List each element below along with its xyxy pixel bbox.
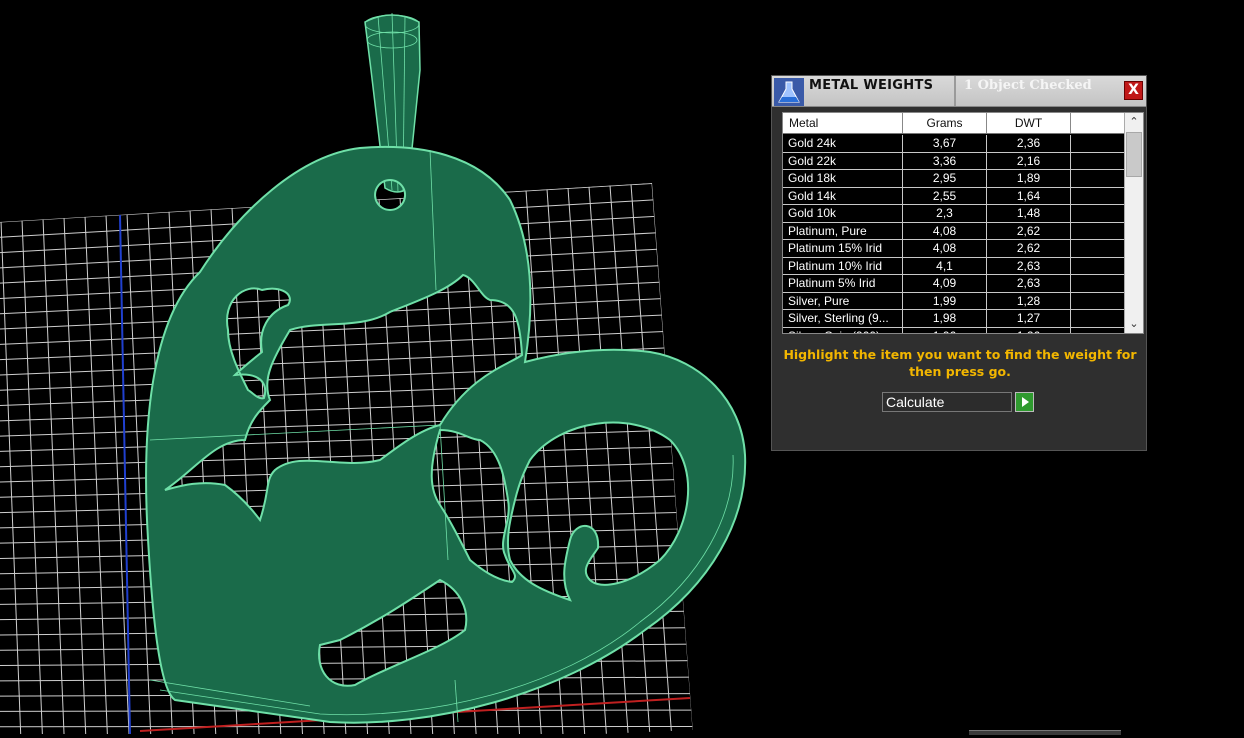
cell-grams: 2,3 <box>903 205 987 222</box>
cell-grams: 3,36 <box>903 153 987 170</box>
table-row[interactable]: Gold 14k2,551,64 <box>783 188 1125 206</box>
cell-grams: 1,96 <box>903 328 987 335</box>
cell-empty <box>1071 328 1125 335</box>
chevron-up-icon[interactable]: ⌃ <box>1125 113 1143 131</box>
metal-weights-panel: METAL WEIGHTS 1 Object Checked X Metal G… <box>771 75 1147 451</box>
table-header: Metal Grams DWT <box>783 113 1125 134</box>
y-axis-line <box>120 215 130 734</box>
table-row[interactable]: Platinum 10% Irid4,12,63 <box>783 258 1125 276</box>
cell-grams: 3,67 <box>903 135 987 152</box>
cell-metal: Platinum 10% Irid <box>783 258 903 275</box>
cell-metal: Silver, Pure <box>783 293 903 310</box>
cell-metal: Gold 14k <box>783 188 903 205</box>
cell-dwt: 2,16 <box>987 153 1071 170</box>
grid-line <box>0 430 678 451</box>
cell-grams: 4,08 <box>903 240 987 257</box>
cell-dwt: 1,48 <box>987 205 1071 222</box>
heart-pendant-model[interactable] <box>146 13 745 723</box>
cell-metal: Gold 10k <box>783 205 903 222</box>
cell-empty <box>1071 310 1125 327</box>
table-row[interactable]: Gold 18k2,951,89 <box>783 170 1125 188</box>
cell-empty <box>1071 275 1125 292</box>
close-button[interactable]: X <box>1124 81 1143 100</box>
cell-empty <box>1071 258 1125 275</box>
cell-empty <box>1071 170 1125 187</box>
panel-titlebar[interactable]: METAL WEIGHTS 1 Object Checked X <box>772 76 1146 107</box>
cell-dwt: 1,28 <box>987 293 1071 310</box>
cell-empty <box>1071 153 1125 170</box>
column-header-empty <box>1071 113 1125 133</box>
table-row[interactable]: Gold 24k3,672,36 <box>783 135 1125 153</box>
cell-metal: Platinum, Pure <box>783 223 903 240</box>
cell-dwt: 2,62 <box>987 223 1071 240</box>
cell-empty <box>1071 293 1125 310</box>
cell-dwt: 1,26 <box>987 328 1071 335</box>
cell-empty <box>1071 223 1125 240</box>
cell-metal: Platinum 5% Irid <box>783 275 903 292</box>
instruction-text: Highlight the item you want to find the … <box>780 346 1140 380</box>
cell-grams: 4,09 <box>903 275 987 292</box>
cell-grams: 2,55 <box>903 188 987 205</box>
cell-metal: Silver, Coin (900) <box>783 328 903 335</box>
cell-grams: 2,95 <box>903 170 987 187</box>
cell-grams: 4,1 <box>903 258 987 275</box>
cell-metal: Platinum 15% Irid <box>783 240 903 257</box>
cell-dwt: 2,36 <box>987 135 1071 152</box>
cell-grams: 4,08 <box>903 223 987 240</box>
cell-dwt: 1,89 <box>987 170 1071 187</box>
cell-empty <box>1071 188 1125 205</box>
cell-dwt: 2,62 <box>987 240 1071 257</box>
play-arrow-icon <box>1022 397 1029 407</box>
cell-grams: 1,98 <box>903 310 987 327</box>
table-row[interactable]: Silver, Sterling (9...1,981,27 <box>783 310 1125 328</box>
cell-empty <box>1071 240 1125 257</box>
column-header-dwt[interactable]: DWT <box>987 113 1071 133</box>
objects-checked-status: 1 Object Checked <box>964 78 1092 93</box>
cell-dwt: 2,63 <box>987 258 1071 275</box>
cell-dwt: 1,27 <box>987 310 1071 327</box>
cell-grams: 1,99 <box>903 293 987 310</box>
go-button[interactable] <box>1015 392 1034 412</box>
cell-metal: Silver, Sterling (9... <box>783 310 903 327</box>
cell-metal: Gold 22k <box>783 153 903 170</box>
table-row[interactable]: Platinum 15% Irid4,082,62 <box>783 240 1125 258</box>
column-header-grams[interactable]: Grams <box>903 113 987 133</box>
metal-weights-table[interactable]: Metal Grams DWT Gold 24k3,672,36Gold 22k… <box>782 112 1144 334</box>
cell-empty <box>1071 205 1125 222</box>
table-scrollbar[interactable]: ⌃ ⌄ <box>1124 113 1143 333</box>
cell-metal: Gold 24k <box>783 135 903 152</box>
panel-title: METAL WEIGHTS <box>809 78 933 93</box>
calculate-dropdown[interactable]: Calculate <box>882 392 1012 412</box>
cell-dwt: 2,63 <box>987 275 1071 292</box>
table-body: Gold 24k3,672,36Gold 22k3,362,16Gold 18k… <box>783 135 1125 334</box>
grid-line <box>0 677 695 681</box>
cell-metal: Gold 18k <box>783 170 903 187</box>
chevron-down-icon[interactable]: ⌄ <box>1125 315 1143 333</box>
title-divider <box>954 76 956 106</box>
status-bar-fragment <box>969 730 1121 735</box>
cell-dwt: 1,64 <box>987 188 1071 205</box>
scrollbar-thumb[interactable] <box>1126 132 1142 177</box>
table-row[interactable]: Gold 22k3,362,16 <box>783 153 1125 171</box>
table-row[interactable]: Gold 10k2,31,48 <box>783 205 1125 223</box>
column-header-metal[interactable]: Metal <box>783 113 903 133</box>
table-row[interactable]: Silver, Pure1,991,28 <box>783 293 1125 311</box>
table-row[interactable]: Platinum 5% Irid4,092,63 <box>783 275 1125 293</box>
table-row[interactable]: Platinum, Pure4,082,62 <box>783 223 1125 241</box>
cell-empty <box>1071 135 1125 152</box>
table-row[interactable]: Silver, Coin (900)1,961,26 <box>783 328 1125 335</box>
close-icon: X <box>1128 82 1139 98</box>
flask-icon <box>774 78 804 106</box>
